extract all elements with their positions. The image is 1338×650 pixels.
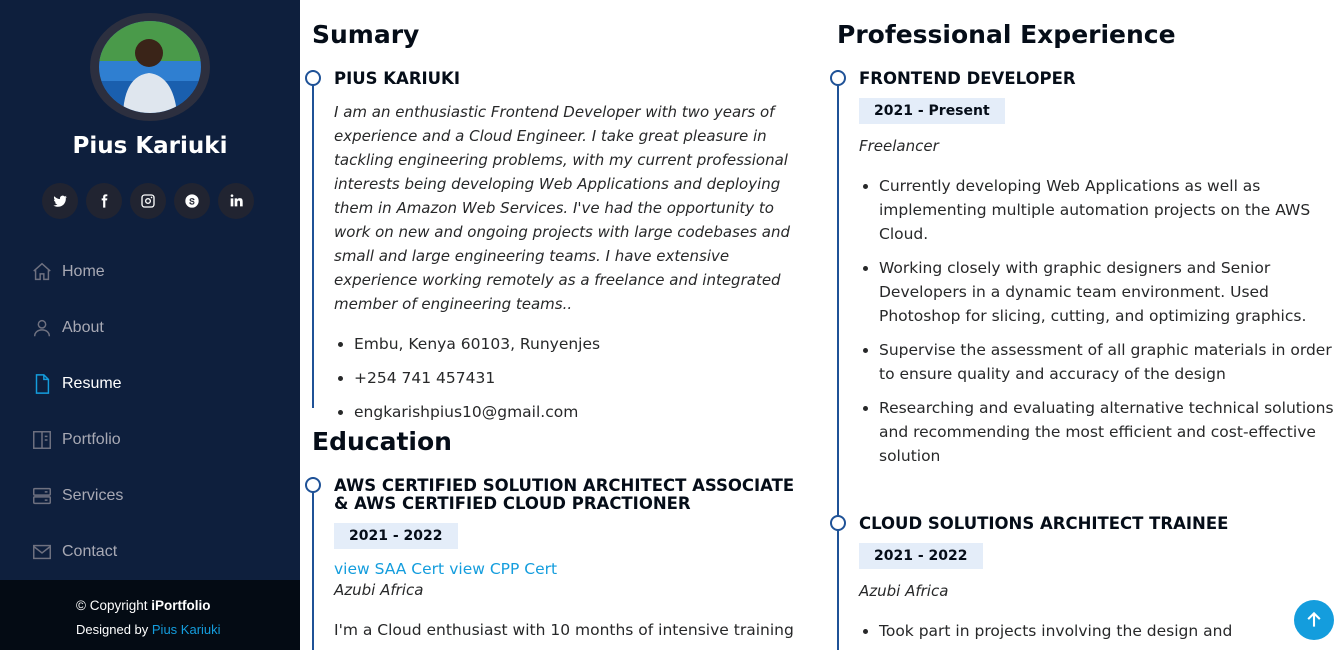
side-nav: Home About Resume Portfolio Services Con… [0,244,300,580]
facebook-link[interactable] [86,183,122,219]
education-org: Azubi Africa [334,581,424,599]
experience-bullet: Researching and evaluating alternative t… [879,396,1338,468]
contact-address: Embu, Kenya 60103, Runyenjes [354,332,822,356]
education-heading: Education [312,427,452,456]
book-icon [33,431,51,449]
instagram-icon [141,194,155,208]
experience-org: Azubi Africa [859,582,949,600]
profile-name: Pius Kariuki [72,133,228,159]
linkedin-icon [230,194,243,207]
summary-text: I am an enthusiastic Frontend Developer … [334,103,790,313]
summary-heading: Sumary [312,20,420,49]
nav-portfolio[interactable]: Portfolio [0,412,300,468]
experience-item: CLOUD SOLUTIONS ARCHITECT TRAINEE 2021 -… [830,514,1338,650]
nav-contact[interactable]: Contact [0,524,300,580]
contact-email: engkarishpius10@gmail.com [354,400,822,424]
education-title: AWS CERTIFIED SOLUTION ARCHITECT ASSOCIA… [334,476,795,513]
copyright: © Copyright iPortfolio [76,598,210,613]
cpp-cert-link[interactable]: view CPP Cert [449,560,557,578]
summary-name: PIUS KARIUKI [334,69,460,88]
contact-phone: +254 741 457431 [354,366,822,390]
experience-period: 2021 - 2022 [859,543,983,569]
timeline-dot [305,477,321,493]
twitter-icon [53,195,68,207]
designed-prefix: Designed by [76,622,152,637]
experience-bullet: Supervise the assessment of all graphic … [879,338,1338,386]
skype-link[interactable] [174,183,210,219]
timeline-dot [830,70,846,86]
nav-label: Contact [62,543,118,560]
experience-bullet: Working closely with graphic designers a… [879,256,1338,328]
education-text: I'm a Cloud enthusiast with 10 months of… [334,621,794,639]
experience-bullet: Took part in projects involving the desi… [879,619,1338,643]
instagram-link[interactable] [130,183,166,219]
nav-services[interactable]: Services [0,468,300,524]
nav-resume[interactable]: Resume [0,356,300,412]
designer-link[interactable]: Pius Kariuki [152,622,221,637]
nav-label: Resume [62,375,122,392]
nav-home[interactable]: Home [0,244,300,300]
social-links [42,183,254,219]
saa-cert-link[interactable]: view SAA Cert [334,560,444,578]
server-icon [33,487,51,505]
experience-org: Freelancer [859,137,939,155]
file-icon [35,374,50,394]
user-icon [33,319,51,337]
nav-label: Home [62,263,105,280]
timeline-dot [305,70,321,86]
back-to-top-button[interactable] [1294,600,1334,640]
experience-bullet: Currently developing Web Applications as… [879,174,1338,246]
experience-period: 2021 - Present [859,98,1005,124]
sidebar: Pius Kariuki Home About Resume Portfolio… [0,0,300,650]
arrow-up-icon [1307,611,1321,627]
twitter-link[interactable] [42,183,78,219]
experience-title: FRONTEND DEVELOPER [859,69,1076,88]
education-period: 2021 - 2022 [334,523,458,549]
experience-bullets: Currently developing Web Applications as… [859,174,1338,468]
designed-by: Designed by Pius Kariuki [76,622,221,637]
experience-title: CLOUD SOLUTIONS ARCHITECT TRAINEE [859,514,1229,533]
facebook-icon [101,194,108,208]
skype-icon [185,194,199,208]
nav-label: Services [62,487,124,504]
home-icon [33,262,51,281]
avatar-ring [90,13,210,121]
experience-heading: Professional Experience [837,20,1176,49]
copyright-brand: iPortfolio [151,598,211,613]
education-item: AWS CERTIFIED SOLUTION ARCHITECT ASSOCIA… [305,476,822,650]
envelope-icon [33,544,51,560]
timeline-dot [830,515,846,531]
sidebar-footer: © Copyright iPortfolio Designed by Pius … [0,580,300,650]
contact-list: Embu, Kenya 60103, Runyenjes +254 741 45… [334,332,822,424]
linkedin-link[interactable] [218,183,254,219]
copyright-prefix: © Copyright [76,598,152,613]
nav-label: About [62,319,104,336]
experience-bullets: Took part in projects involving the desi… [859,619,1338,643]
nav-about[interactable]: About [0,300,300,356]
summary-item: PIUS KARIUKI I am an enthusiastic Fronte… [305,69,822,421]
nav-label: Portfolio [62,431,121,448]
avatar [99,21,201,113]
experience-item: FRONTEND DEVELOPER 2021 - Present Freela… [830,69,1338,515]
